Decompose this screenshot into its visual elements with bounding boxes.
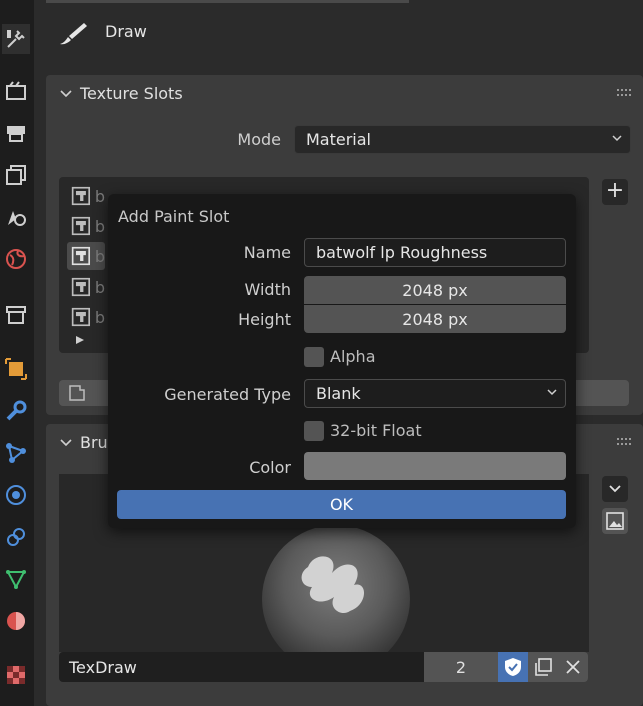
shield-icon bbox=[505, 658, 521, 676]
mesh-data-icon bbox=[6, 570, 26, 590]
brush-icon bbox=[60, 23, 87, 45]
generated-type-label: Generated Type bbox=[164, 385, 291, 404]
texture-tab[interactable] bbox=[2, 660, 30, 690]
name-input[interactable]: batwolf lp Roughness bbox=[304, 238, 566, 267]
chevron-down-icon bbox=[547, 388, 557, 395]
collection-tab[interactable] bbox=[2, 300, 30, 330]
chevron-down-icon bbox=[60, 90, 72, 98]
drag-grip-icon[interactable] bbox=[617, 438, 631, 446]
tool-tab[interactable] bbox=[2, 24, 30, 54]
float-label: 32-bit Float bbox=[330, 421, 422, 440]
output-icon bbox=[7, 126, 25, 142]
texture-slots-header[interactable]: Texture Slots bbox=[46, 75, 643, 113]
add-paint-slot-dialog: Add Paint Slot Name batwolf lp Roughness… bbox=[108, 194, 576, 528]
physics-tab[interactable] bbox=[2, 480, 30, 510]
ok-label: OK bbox=[329, 495, 354, 514]
alpha-label: Alpha bbox=[330, 347, 376, 366]
dialog-title: Add Paint Slot bbox=[118, 207, 230, 226]
chevron-down-icon bbox=[60, 439, 72, 447]
add-slot-button[interactable]: + bbox=[602, 179, 628, 205]
tool-header: Draw bbox=[46, 8, 643, 60]
float-checkbox[interactable] bbox=[304, 421, 324, 441]
image-texture-icon bbox=[71, 307, 91, 327]
brush-stroke-icon bbox=[301, 556, 365, 614]
plus-icon: + bbox=[605, 178, 625, 203]
expand-triangle-icon[interactable] bbox=[75, 335, 85, 345]
render-icon bbox=[6, 81, 26, 100]
height-field[interactable]: 2048 px bbox=[304, 305, 566, 333]
constraints-icon bbox=[7, 528, 25, 546]
image-texture-icon bbox=[71, 246, 91, 266]
name-label: Name bbox=[243, 243, 291, 262]
object-icon bbox=[5, 358, 27, 380]
width-value: 2048 px bbox=[402, 280, 468, 300]
brush-users-count[interactable]: 2 bbox=[424, 652, 498, 682]
scene-tab[interactable] bbox=[2, 202, 30, 232]
output-tab[interactable] bbox=[2, 118, 30, 148]
brush-image-button[interactable] bbox=[602, 508, 628, 534]
duplicate-icon bbox=[535, 658, 552, 676]
render-tab[interactable] bbox=[2, 76, 30, 106]
texture-slots-title: Texture Slots bbox=[80, 84, 183, 103]
save-image-icon bbox=[69, 385, 85, 401]
brush-name-field[interactable]: TexDraw bbox=[59, 652, 424, 682]
image-texture-icon bbox=[71, 186, 91, 206]
list-item[interactable]: b bbox=[67, 182, 105, 210]
texture-checker-icon bbox=[7, 666, 25, 684]
duplicate-brush-button[interactable] bbox=[528, 652, 558, 682]
tool-title: Draw bbox=[105, 22, 147, 41]
close-icon bbox=[566, 660, 580, 674]
scene-icon bbox=[8, 211, 26, 226]
width-field[interactable]: 2048 px bbox=[304, 276, 566, 304]
brush-sphere bbox=[262, 525, 410, 673]
list-item[interactable]: b bbox=[67, 242, 105, 270]
list-item[interactable]: b bbox=[67, 303, 105, 331]
mode-value: Material bbox=[306, 130, 371, 149]
properties-tab-strip bbox=[0, 0, 34, 706]
image-texture-icon bbox=[71, 277, 91, 297]
top-scrollbar[interactable] bbox=[46, 0, 409, 3]
material-icon bbox=[7, 612, 25, 630]
drag-grip-icon[interactable] bbox=[617, 89, 631, 97]
color-label: Color bbox=[249, 458, 291, 477]
chevron-down-icon bbox=[612, 134, 622, 141]
collection-icon bbox=[6, 306, 26, 324]
height-value: 2048 px bbox=[402, 309, 468, 329]
view-layer-tab[interactable] bbox=[2, 160, 30, 190]
generated-type-value: Blank bbox=[316, 384, 361, 403]
data-tab[interactable] bbox=[2, 564, 30, 594]
width-label: Width bbox=[244, 280, 291, 299]
world-tab[interactable] bbox=[2, 244, 30, 274]
fake-user-button[interactable] bbox=[498, 652, 528, 682]
name-value: batwolf lp Roughness bbox=[316, 243, 488, 262]
ok-button[interactable]: OK bbox=[117, 490, 566, 519]
particles-tab[interactable] bbox=[2, 438, 30, 468]
material-tab[interactable] bbox=[2, 606, 30, 636]
wrench-icon bbox=[6, 400, 27, 421]
brush-name: TexDraw bbox=[69, 657, 137, 677]
gutter bbox=[34, 0, 46, 706]
generated-type-dropdown[interactable]: Blank bbox=[304, 379, 566, 408]
mode-dropdown[interactable]: Material bbox=[294, 125, 631, 154]
chevron-down-icon bbox=[609, 485, 621, 493]
view-layer-icon bbox=[6, 165, 26, 185]
tool-icon bbox=[7, 30, 25, 48]
brush-dropdown-button[interactable] bbox=[602, 476, 628, 502]
modifier-tab[interactable] bbox=[2, 396, 30, 426]
particles-icon bbox=[6, 443, 26, 463]
list-item[interactable]: b bbox=[67, 273, 105, 301]
world-icon bbox=[6, 249, 26, 269]
constraints-tab[interactable] bbox=[2, 522, 30, 552]
alpha-checkbox[interactable] bbox=[304, 347, 324, 367]
color-swatch[interactable] bbox=[304, 452, 566, 480]
height-label: Height bbox=[238, 310, 291, 329]
physics-icon bbox=[6, 485, 26, 505]
image-icon bbox=[606, 512, 624, 530]
image-texture-icon bbox=[71, 216, 91, 236]
unlink-brush-button[interactable] bbox=[558, 652, 588, 682]
list-item[interactable]: b bbox=[67, 212, 105, 240]
mode-label: Mode bbox=[237, 130, 281, 149]
object-tab[interactable] bbox=[2, 354, 30, 384]
